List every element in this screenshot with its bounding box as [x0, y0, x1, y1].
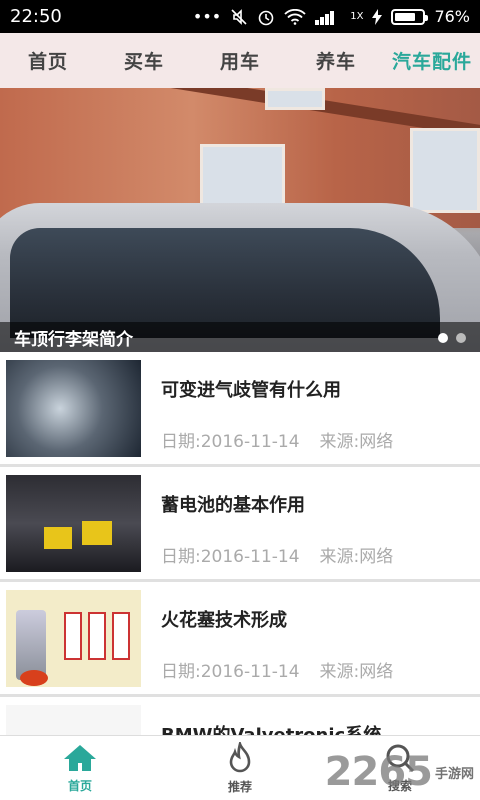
status-time: 22:50 — [10, 6, 62, 27]
tab-buy-car[interactable]: 买车 — [96, 47, 192, 74]
banner-image-detail — [265, 88, 325, 110]
banner-carousel[interactable]: 车顶行李架简介 — [0, 88, 480, 352]
home-icon — [64, 744, 96, 771]
nav-home-label: 首页 — [67, 778, 92, 793]
charging-icon — [372, 8, 383, 25]
article-source: 来源:网络 — [319, 662, 394, 682]
status-bar: 22:50 ••• 1X 76% — [0, 0, 480, 33]
ellipsis-icon: ••• — [192, 7, 222, 26]
tab-use-car[interactable]: 用车 — [192, 47, 288, 74]
article-list: 可变进气歧管有什么用 日期:2016-11-14 来源:网络 蓄电池的基本作用 … — [0, 352, 480, 735]
signal-label: 1X — [350, 11, 364, 22]
flame-icon — [229, 741, 251, 772]
battery-image — [6, 475, 141, 572]
watermark-number: 2265 — [324, 749, 433, 795]
list-item[interactable]: 蓄电池的基本作用 日期:2016-11-14 来源:网络 — [0, 467, 480, 582]
wifi-icon — [284, 8, 306, 25]
nav-home[interactable]: 首页 — [0, 736, 160, 800]
alarm-icon — [257, 8, 275, 26]
banner-caption: 车顶行李架简介 — [0, 322, 480, 352]
category-tabs: 首页 买车 用车 养车 汽车配件 — [0, 33, 480, 88]
nav-recommend-label: 推荐 — [227, 779, 252, 794]
carousel-dot[interactable] — [456, 333, 466, 343]
battery-icon — [391, 8, 429, 25]
valvetronic-image — [6, 705, 141, 735]
article-title: 可变进气歧管有什么用 — [161, 380, 341, 401]
article-source: 来源:网络 — [319, 432, 394, 452]
list-item[interactable]: BMW的Valvetronic系统 — [0, 697, 480, 735]
carousel-dot[interactable] — [438, 333, 448, 343]
article-title: BMW的Valvetronic系统 — [161, 721, 474, 735]
carousel-dots — [438, 333, 466, 343]
article-date: 日期:2016-11-14 — [161, 432, 300, 452]
article-date: 日期:2016-11-14 — [161, 662, 300, 682]
engine-image — [6, 360, 141, 457]
spark-plug-image — [6, 590, 141, 687]
list-item[interactable]: 可变进气歧管有什么用 日期:2016-11-14 来源:网络 — [0, 352, 480, 467]
article-title: 火花塞技术形成 — [161, 610, 287, 631]
battery-percent: 76% — [434, 7, 470, 26]
tab-home[interactable]: 首页 — [0, 47, 96, 74]
mute-icon — [230, 8, 248, 25]
tab-maintain-car[interactable]: 养车 — [288, 47, 384, 74]
article-source: 来源:网络 — [319, 547, 394, 567]
tab-car-parts[interactable]: 汽车配件 — [384, 47, 480, 74]
list-item[interactable]: 火花塞技术形成 日期:2016-11-14 来源:网络 — [0, 582, 480, 697]
signal-icon — [315, 9, 341, 25]
nav-recommend[interactable]: 推荐 — [160, 736, 320, 800]
article-date: 日期:2016-11-14 — [161, 547, 300, 567]
banner-image-detail — [410, 128, 480, 213]
watermark: 2265 手游网 — [325, 748, 474, 796]
article-title: 蓄电池的基本作用 — [161, 495, 305, 516]
watermark-text: 手游网 — [434, 766, 474, 782]
